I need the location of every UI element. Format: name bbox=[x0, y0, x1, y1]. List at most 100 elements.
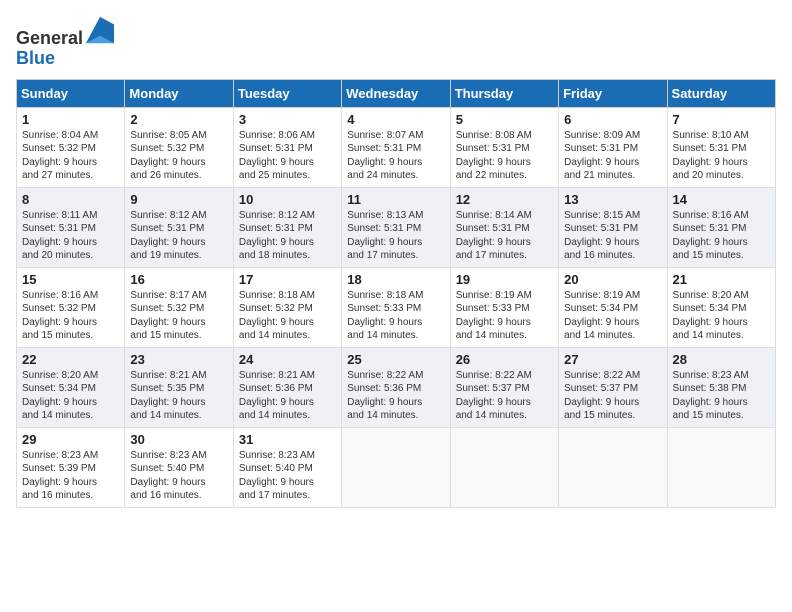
day-info: Sunrise: 8:21 AM Sunset: 5:35 PM Dayligh… bbox=[130, 369, 227, 423]
page-header: General Blue bbox=[16, 16, 776, 69]
day-number: 12 bbox=[456, 192, 553, 207]
day-info: Sunrise: 8:20 AM Sunset: 5:34 PM Dayligh… bbox=[22, 369, 119, 423]
day-info: Sunrise: 8:18 AM Sunset: 5:33 PM Dayligh… bbox=[347, 289, 444, 343]
day-info: Sunrise: 8:21 AM Sunset: 5:36 PM Dayligh… bbox=[239, 369, 336, 423]
day-info: Sunrise: 8:12 AM Sunset: 5:31 PM Dayligh… bbox=[239, 209, 336, 263]
day-number: 21 bbox=[673, 272, 770, 287]
day-number: 7 bbox=[673, 112, 770, 127]
day-number: 9 bbox=[130, 192, 227, 207]
day-info: Sunrise: 8:15 AM Sunset: 5:31 PM Dayligh… bbox=[564, 209, 661, 263]
day-info: Sunrise: 8:16 AM Sunset: 5:32 PM Dayligh… bbox=[22, 289, 119, 343]
day-number: 29 bbox=[22, 432, 119, 447]
calendar-week-row: 1 Sunrise: 8:04 AM Sunset: 5:32 PM Daylig… bbox=[17, 107, 776, 187]
day-number: 18 bbox=[347, 272, 444, 287]
calendar-cell: 24 Sunrise: 8:21 AM Sunset: 5:36 PM Dayli… bbox=[233, 347, 341, 427]
calendar-day-header: Wednesday bbox=[342, 79, 450, 107]
day-number: 26 bbox=[456, 352, 553, 367]
logo: General Blue bbox=[16, 16, 114, 69]
calendar-cell: 8 Sunrise: 8:11 AM Sunset: 5:31 PM Daylig… bbox=[17, 187, 125, 267]
calendar-cell: 1 Sunrise: 8:04 AM Sunset: 5:32 PM Daylig… bbox=[17, 107, 125, 187]
calendar-cell: 31 Sunrise: 8:23 AM Sunset: 5:40 PM Dayli… bbox=[233, 427, 341, 507]
day-info: Sunrise: 8:06 AM Sunset: 5:31 PM Dayligh… bbox=[239, 129, 336, 183]
calendar-cell: 14Sunrise: 8:16 AM Sunset: 5:31 PM Dayli… bbox=[667, 187, 775, 267]
day-info: Sunrise: 8:11 AM Sunset: 5:31 PM Dayligh… bbox=[22, 209, 119, 263]
day-number: 13 bbox=[564, 192, 661, 207]
day-number: 5 bbox=[456, 112, 553, 127]
day-number: 28 bbox=[673, 352, 770, 367]
calendar-cell: 5 Sunrise: 8:08 AM Sunset: 5:31 PM Daylig… bbox=[450, 107, 558, 187]
day-number: 24 bbox=[239, 352, 336, 367]
day-info: Sunrise: 8:04 AM Sunset: 5:32 PM Dayligh… bbox=[22, 129, 119, 183]
day-info: Sunrise: 8:16 AM Sunset: 5:31 PM Dayligh… bbox=[673, 209, 770, 263]
day-info: Sunrise: 8:17 AM Sunset: 5:32 PM Dayligh… bbox=[130, 289, 227, 343]
day-number: 1 bbox=[22, 112, 119, 127]
day-info: Sunrise: 8:22 AM Sunset: 5:36 PM Dayligh… bbox=[347, 369, 444, 423]
calendar-header-row: SundayMondayTuesdayWednesdayThursdayFrid… bbox=[17, 79, 776, 107]
day-number: 23 bbox=[130, 352, 227, 367]
calendar-week-row: 29Sunrise: 8:23 AM Sunset: 5:39 PM Dayli… bbox=[17, 427, 776, 507]
calendar-cell: 7 Sunrise: 8:10 AM Sunset: 5:31 PM Daylig… bbox=[667, 107, 775, 187]
calendar-cell: 26 Sunrise: 8:22 AM Sunset: 5:37 PM Dayli… bbox=[450, 347, 558, 427]
logo-general: General bbox=[16, 28, 83, 48]
day-number: 6 bbox=[564, 112, 661, 127]
calendar-cell: 22 Sunrise: 8:20 AM Sunset: 5:34 PM Dayli… bbox=[17, 347, 125, 427]
day-info: Sunrise: 8:22 AM Sunset: 5:37 PM Dayligh… bbox=[564, 369, 661, 423]
day-info: Sunrise: 8:07 AM Sunset: 5:31 PM Dayligh… bbox=[347, 129, 444, 183]
day-info: Sunrise: 8:18 AM Sunset: 5:32 PM Dayligh… bbox=[239, 289, 336, 343]
day-number: 25 bbox=[347, 352, 444, 367]
calendar-cell: 30 Sunrise: 8:23 AM Sunset: 5:40 PM Dayli… bbox=[125, 427, 233, 507]
day-number: 30 bbox=[130, 432, 227, 447]
day-number: 10 bbox=[239, 192, 336, 207]
calendar-cell: 2Sunrise: 8:05 AM Sunset: 5:32 PM Daylig… bbox=[125, 107, 233, 187]
calendar-cell: 11Sunrise: 8:13 AM Sunset: 5:31 PM Dayli… bbox=[342, 187, 450, 267]
day-info: Sunrise: 8:22 AM Sunset: 5:37 PM Dayligh… bbox=[456, 369, 553, 423]
day-number: 4 bbox=[347, 112, 444, 127]
day-number: 22 bbox=[22, 352, 119, 367]
calendar-cell bbox=[450, 427, 558, 507]
calendar-table: SundayMondayTuesdayWednesdayThursdayFrid… bbox=[16, 79, 776, 508]
calendar-cell: 27Sunrise: 8:22 AM Sunset: 5:37 PM Dayli… bbox=[559, 347, 667, 427]
calendar-cell: 18 Sunrise: 8:18 AM Sunset: 5:33 PM Dayli… bbox=[342, 267, 450, 347]
calendar-cell: 3 Sunrise: 8:06 AM Sunset: 5:31 PM Daylig… bbox=[233, 107, 341, 187]
calendar-day-header: Tuesday bbox=[233, 79, 341, 107]
day-info: Sunrise: 8:10 AM Sunset: 5:31 PM Dayligh… bbox=[673, 129, 770, 183]
day-info: Sunrise: 8:13 AM Sunset: 5:31 PM Dayligh… bbox=[347, 209, 444, 263]
day-info: Sunrise: 8:23 AM Sunset: 5:40 PM Dayligh… bbox=[239, 449, 336, 503]
day-number: 17 bbox=[239, 272, 336, 287]
calendar-cell: 6 Sunrise: 8:09 AM Sunset: 5:31 PM Daylig… bbox=[559, 107, 667, 187]
calendar-cell bbox=[667, 427, 775, 507]
day-info: Sunrise: 8:23 AM Sunset: 5:38 PM Dayligh… bbox=[673, 369, 770, 423]
calendar-day-header: Monday bbox=[125, 79, 233, 107]
day-number: 15 bbox=[22, 272, 119, 287]
calendar-cell: 16 Sunrise: 8:17 AM Sunset: 5:32 PM Dayli… bbox=[125, 267, 233, 347]
calendar-cell: 25 Sunrise: 8:22 AM Sunset: 5:36 PM Dayli… bbox=[342, 347, 450, 427]
day-info: Sunrise: 8:14 AM Sunset: 5:31 PM Dayligh… bbox=[456, 209, 553, 263]
calendar-week-row: 15 Sunrise: 8:16 AM Sunset: 5:32 PM Dayli… bbox=[17, 267, 776, 347]
day-number: 31 bbox=[239, 432, 336, 447]
calendar-week-row: 8 Sunrise: 8:11 AM Sunset: 5:31 PM Daylig… bbox=[17, 187, 776, 267]
calendar-cell: 23 Sunrise: 8:21 AM Sunset: 5:35 PM Dayli… bbox=[125, 347, 233, 427]
calendar-cell: 13 Sunrise: 8:15 AM Sunset: 5:31 PM Dayli… bbox=[559, 187, 667, 267]
day-number: 16 bbox=[130, 272, 227, 287]
day-number: 8 bbox=[22, 192, 119, 207]
calendar-day-header: Thursday bbox=[450, 79, 558, 107]
day-info: Sunrise: 8:09 AM Sunset: 5:31 PM Dayligh… bbox=[564, 129, 661, 183]
day-number: 19 bbox=[456, 272, 553, 287]
day-info: Sunrise: 8:19 AM Sunset: 5:33 PM Dayligh… bbox=[456, 289, 553, 343]
day-number: 20 bbox=[564, 272, 661, 287]
calendar-cell: 9 Sunrise: 8:12 AM Sunset: 5:31 PM Daylig… bbox=[125, 187, 233, 267]
calendar-body: 1 Sunrise: 8:04 AM Sunset: 5:32 PM Daylig… bbox=[17, 107, 776, 507]
calendar-cell bbox=[559, 427, 667, 507]
calendar-cell bbox=[342, 427, 450, 507]
day-info: Sunrise: 8:08 AM Sunset: 5:31 PM Dayligh… bbox=[456, 129, 553, 183]
calendar-cell: 29Sunrise: 8:23 AM Sunset: 5:39 PM Dayli… bbox=[17, 427, 125, 507]
calendar-day-header: Friday bbox=[559, 79, 667, 107]
calendar-cell: 19 Sunrise: 8:19 AM Sunset: 5:33 PM Dayli… bbox=[450, 267, 558, 347]
day-info: Sunrise: 8:23 AM Sunset: 5:40 PM Dayligh… bbox=[130, 449, 227, 503]
day-info: Sunrise: 8:12 AM Sunset: 5:31 PM Dayligh… bbox=[130, 209, 227, 263]
calendar-cell: 20 Sunrise: 8:19 AM Sunset: 5:34 PM Dayli… bbox=[559, 267, 667, 347]
day-info: Sunrise: 8:19 AM Sunset: 5:34 PM Dayligh… bbox=[564, 289, 661, 343]
day-number: 3 bbox=[239, 112, 336, 127]
calendar-cell: 15 Sunrise: 8:16 AM Sunset: 5:32 PM Dayli… bbox=[17, 267, 125, 347]
day-info: Sunrise: 8:20 AM Sunset: 5:34 PM Dayligh… bbox=[673, 289, 770, 343]
